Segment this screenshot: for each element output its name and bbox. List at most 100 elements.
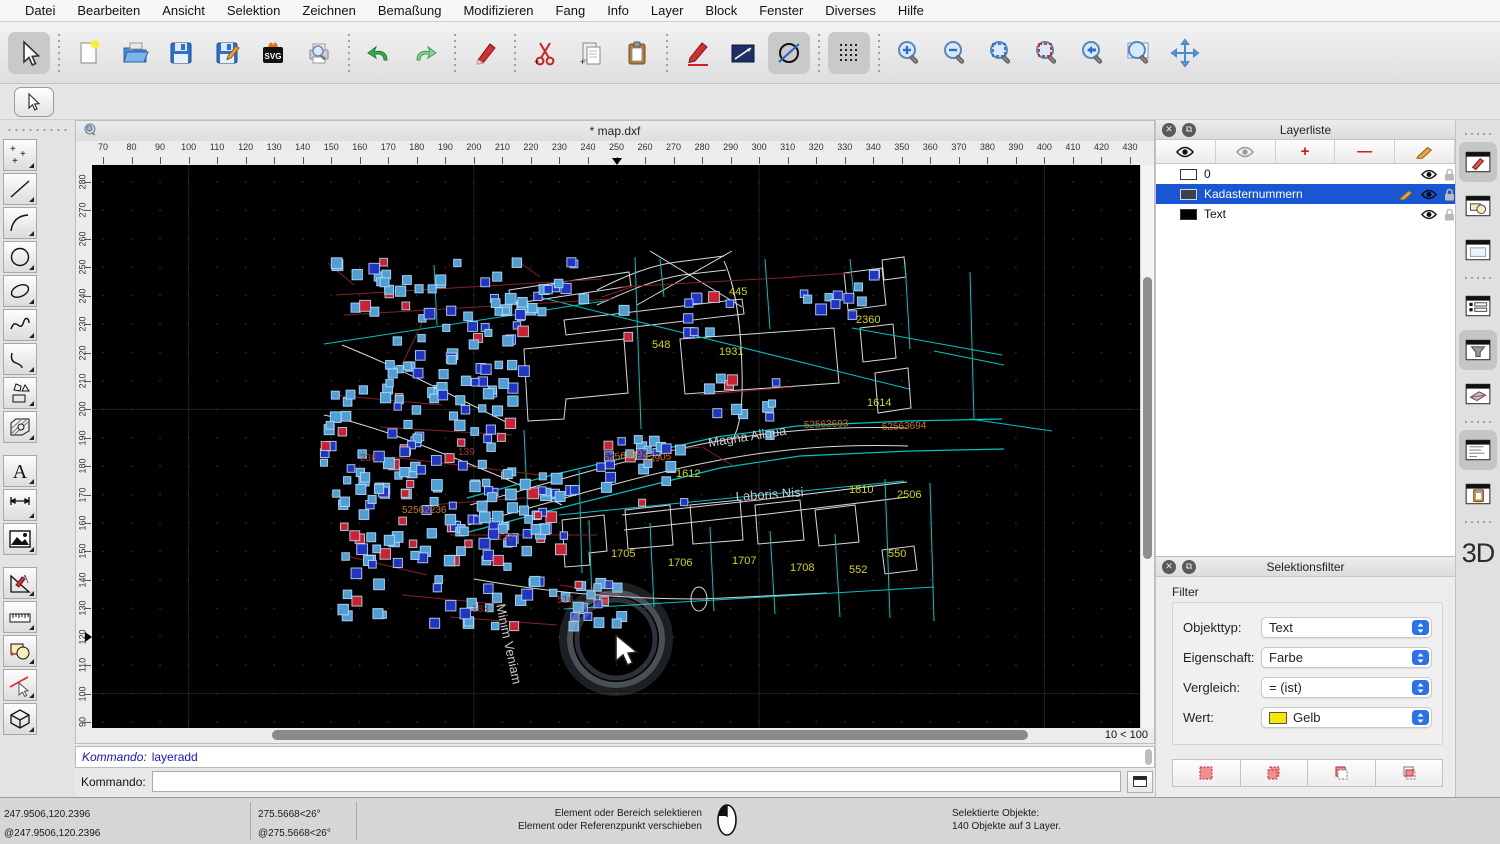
tool-measure-button[interactable] (3, 601, 37, 633)
zoom-window-button[interactable] (1118, 32, 1160, 74)
menu-item-modifizieren[interactable]: Modifizieren (452, 0, 544, 21)
tool-solid-button[interactable] (3, 703, 37, 735)
copy-button[interactable]: + (570, 32, 612, 74)
layer-visibility-icon[interactable] (1421, 209, 1437, 220)
select-remove-button[interactable] (1308, 760, 1376, 786)
edit-layer-button[interactable] (1395, 140, 1455, 163)
tool-dimension-button[interactable] (3, 489, 37, 521)
undo-button[interactable] (358, 32, 400, 74)
new-file-button[interactable] (68, 32, 110, 74)
select-add-button[interactable] (1241, 760, 1309, 786)
tool-modify-button[interactable] (3, 567, 37, 599)
layer-lock-icon[interactable] (1444, 168, 1455, 181)
add-layer-button[interactable]: + (1276, 140, 1336, 163)
vertical-scrollbar[interactable] (1140, 165, 1154, 728)
menu-item-info[interactable]: Info (596, 0, 640, 21)
pan-button[interactable] (1164, 32, 1206, 74)
panel-clipboard-toggle-button[interactable] (1459, 474, 1497, 514)
tool-text-button[interactable]: A (3, 455, 37, 487)
menu-item-diverses[interactable]: Diverses (814, 0, 887, 21)
layer-panel-detach-button[interactable]: ⧉ (1182, 123, 1196, 137)
menu-item-datei[interactable]: Datei (14, 0, 66, 21)
tool-line-button[interactable] (3, 173, 37, 205)
palette-drag-handle[interactable] (4, 126, 71, 134)
panel-selection-filter-toggle-button[interactable] (1459, 330, 1497, 370)
tool-boolean-button[interactable] (3, 635, 37, 667)
filter-dropdown-objekttyp[interactable]: Text (1261, 617, 1432, 638)
tool-hatch-button[interactable] (3, 411, 37, 443)
command-history-scrollbar[interactable] (1145, 749, 1152, 765)
tool-image-button[interactable] (3, 523, 37, 555)
select-replace-button[interactable] (1173, 760, 1241, 786)
menu-item-selektion[interactable]: Selektion (216, 0, 291, 21)
panel-layer-list-toggle-button[interactable] (1459, 286, 1497, 326)
layer-lock-icon[interactable] (1444, 188, 1455, 201)
select-intersect-button[interactable] (1376, 760, 1443, 786)
selection-tool-button[interactable] (14, 87, 54, 117)
cut-button[interactable]: + (524, 32, 566, 74)
save-button[interactable] (160, 32, 202, 74)
draw-pencil-button[interactable] (676, 32, 718, 74)
filter-panel-close-button[interactable]: ✕ (1162, 560, 1176, 574)
grid-toggle-button[interactable] (828, 32, 870, 74)
menu-item-bearbeiten[interactable]: Bearbeiten (66, 0, 151, 21)
menu-item-zeichnen[interactable]: Zeichnen (291, 0, 366, 21)
zoom-in-button[interactable] (888, 32, 930, 74)
panel-command-line-toggle-button[interactable] (1459, 430, 1497, 470)
vertical-scrollbar-thumb[interactable] (1143, 277, 1152, 559)
tool-trim-button[interactable] (3, 669, 37, 701)
command-input[interactable] (152, 771, 1121, 792)
menu-item-block[interactable]: Block (694, 0, 748, 21)
tool-polyline-button[interactable] (3, 343, 37, 375)
layer-edit-icon[interactable] (1399, 189, 1414, 200)
filter-dropdown-vergleich[interactable]: = (ist) (1261, 677, 1432, 698)
zoom-previous-button[interactable] (1072, 32, 1114, 74)
tool-arc-button[interactable] (3, 207, 37, 239)
redo-button[interactable] (404, 32, 446, 74)
select-arrow-button[interactable] (8, 32, 50, 74)
menu-item-hilfe[interactable]: Hilfe (887, 0, 935, 21)
save-as-button[interactable] (206, 32, 248, 74)
menu-item-fang[interactable]: Fang (545, 0, 597, 21)
menu-item-fenster[interactable]: Fenster (748, 0, 814, 21)
zoom-out-button[interactable] (934, 32, 976, 74)
draft-mode-button[interactable] (768, 32, 810, 74)
show-all-layers-button[interactable] (1156, 140, 1216, 163)
print-preview-button[interactable] (298, 32, 340, 74)
layer-row-text[interactable]: Text (1156, 204, 1455, 224)
layer-row-kadasternummern[interactable]: Kadasternummern (1156, 184, 1455, 204)
tool-points-button[interactable]: +++ (3, 139, 37, 171)
panel-property-editor-toggle-button[interactable] (1459, 142, 1497, 182)
panel-block-list-toggle-button[interactable] (1459, 186, 1497, 226)
zoom-selection-button[interactable] (1026, 32, 1068, 74)
tool-ellipse-button[interactable] (3, 275, 37, 307)
zoom-auto-button[interactable] (980, 32, 1022, 74)
filter-panel-detach-button[interactable]: ⧉ (1182, 560, 1196, 574)
remove-layer-button[interactable]: — (1335, 140, 1395, 163)
filter-dropdown-wert[interactable]: Gelb (1261, 707, 1432, 728)
layer-visibility-icon[interactable] (1421, 169, 1437, 180)
panel-library-browser-toggle-button[interactable] (1459, 230, 1497, 270)
svg-export-button[interactable]: SVG (252, 32, 294, 74)
paste-button[interactable] (616, 32, 658, 74)
layer-lock-icon[interactable] (1444, 208, 1455, 221)
tool-spline-button[interactable] (3, 309, 37, 341)
menu-item-bemaßung[interactable]: Bemaßung (367, 0, 453, 21)
menu-item-ansicht[interactable]: Ansicht (151, 0, 216, 21)
tool-shape-button[interactable] (3, 377, 37, 409)
line-settings-button[interactable] (722, 32, 764, 74)
horizontal-scrollbar[interactable]: 10 < 100 (75, 728, 1155, 744)
panel-wall-tool-toggle-button[interactable] (1459, 374, 1497, 414)
layer-row-0[interactable]: 0 (1156, 164, 1455, 184)
hide-all-layers-button[interactable] (1216, 140, 1276, 163)
tool-circle-button[interactable] (3, 241, 37, 273)
edit-pencil-button[interactable] (464, 32, 506, 74)
horizontal-scrollbar-thumb[interactable] (272, 730, 1028, 740)
layer-panel-close-button[interactable]: ✕ (1162, 123, 1176, 137)
filter-dropdown-eigenschaft[interactable]: Farbe (1261, 647, 1432, 668)
command-options-button[interactable] (1127, 771, 1153, 793)
drawing-canvas[interactable]: 4452360548193116141612181025061705170617… (92, 165, 1140, 728)
menu-item-layer[interactable]: Layer (640, 0, 695, 21)
open-file-button[interactable] (114, 32, 156, 74)
layer-visibility-icon[interactable] (1421, 189, 1437, 200)
